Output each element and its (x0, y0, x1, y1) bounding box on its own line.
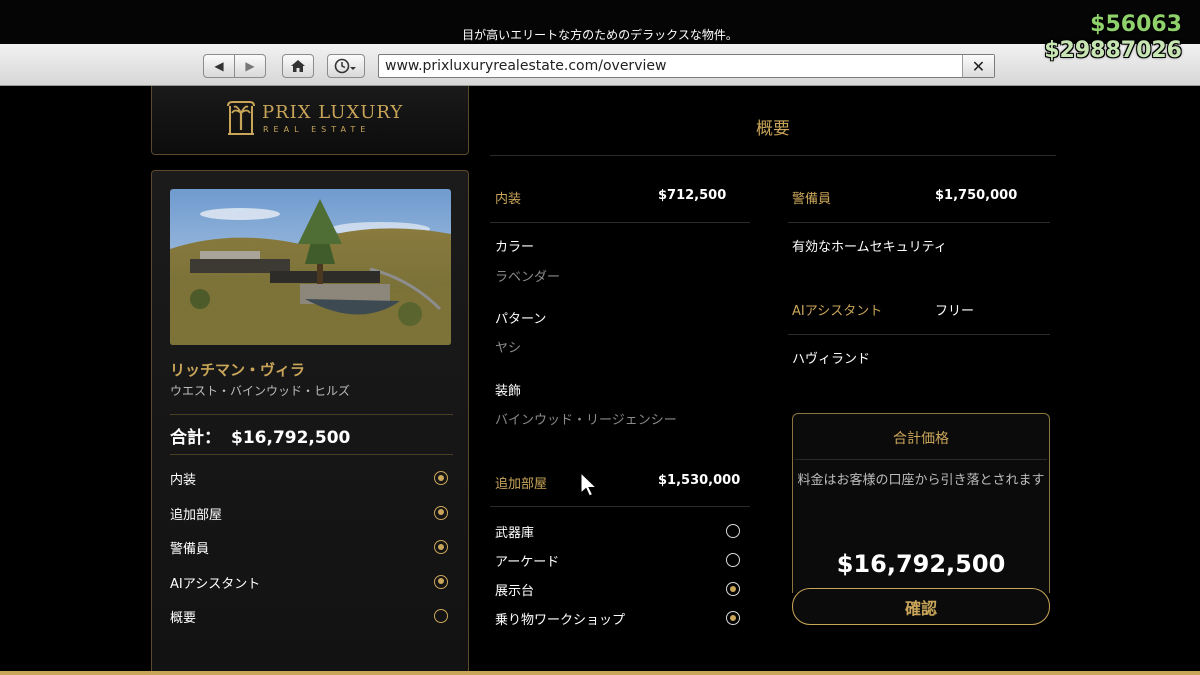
menu-item-overview[interactable]: 概要 (170, 605, 452, 640)
back-button[interactable]: ◀ (204, 55, 234, 77)
close-icon: ✕ (971, 56, 986, 76)
total-value: $16,792,500 (231, 428, 351, 448)
menu-radio-selected (434, 471, 448, 485)
menu-radio-selected (434, 540, 448, 554)
option-label: 武器庫 (495, 526, 535, 541)
divider (788, 222, 1050, 223)
palm-tree-logo-icon (227, 101, 255, 135)
browser-toolbar: ◀ ▶ www.prixluxuryrealestate.com/overvie… (0, 44, 1200, 86)
divider (490, 222, 750, 223)
menu-list: 内装 追加部屋 警備員 AIアシスタント 概要 (170, 467, 452, 640)
brand-name: PRIX LUXURY (262, 102, 404, 123)
divider (490, 155, 1056, 156)
ai-price: フリー (935, 304, 975, 319)
divider (170, 414, 453, 415)
total-price-box: 合計価格 料金はお客様の口座から引き落とされます $16,792,500 (792, 413, 1050, 593)
ai-label: AIアシスタント (792, 304, 883, 319)
room-option-armory[interactable]: 武器庫 (495, 522, 740, 542)
menu-radio-unselected (434, 609, 448, 623)
brand-logo[interactable]: PRIX LUXURY REAL ESTATE (151, 86, 469, 155)
page-subtitle: 目が高いエリートな方のためのデラックスな物件。 (462, 28, 738, 42)
menu-item-security[interactable]: 警備員 (170, 536, 452, 571)
divider (170, 454, 453, 455)
security-price: $1,750,000 (935, 188, 1018, 203)
option-label: 乗り物ワークショップ (495, 613, 626, 628)
back-arrow-icon: ◀ (214, 59, 224, 73)
bottom-accent-bar (0, 671, 1200, 675)
decor-label: 装飾 (495, 384, 522, 399)
forward-button[interactable]: ▶ (234, 55, 265, 77)
property-card: リッチマン・ヴィラ ウエスト・バインウッド・ヒルズ 合計： $16,792,500… (151, 170, 469, 675)
menu-item-rooms[interactable]: 追加部屋 (170, 502, 452, 537)
option-radio-unselected (726, 524, 740, 538)
close-button[interactable]: ✕ (962, 55, 994, 77)
brand-subtitle: REAL ESTATE (263, 125, 371, 134)
history-icon (334, 58, 356, 74)
property-image (170, 189, 451, 345)
interior-label: 内装 (495, 192, 522, 207)
color-value: ラベンダー (495, 270, 561, 285)
menu-item-label: 内装 (170, 473, 197, 488)
property-location: ウエスト・バインウッド・ヒルズ (170, 384, 351, 398)
option-radio-selected (726, 582, 740, 596)
property-name: リッチマン・ヴィラ (170, 361, 306, 379)
summary-title: 合計価格 (893, 431, 949, 447)
divider (490, 506, 750, 507)
pattern-label: パターン (495, 312, 547, 327)
room-option-display[interactable]: 展示台 (495, 580, 740, 600)
forward-arrow-icon: ▶ (245, 59, 255, 73)
bank-amount: $29887026 (1044, 38, 1182, 63)
menu-item-interior[interactable]: 内装 (170, 467, 452, 502)
menu-radio-selected (434, 574, 448, 589)
summary-note: 料金はお客様の口座から引き落とされます (797, 473, 1045, 488)
confirm-button[interactable]: 確認 (792, 588, 1050, 625)
home-icon (291, 60, 305, 72)
cash-amount: $56063 (1090, 12, 1182, 37)
room-option-vehicle-workshop[interactable]: 乗り物ワークショップ (495, 609, 740, 629)
room-option-arcade[interactable]: アーケード (495, 551, 740, 571)
title-bar: 目が高いエリートな方のためのデラックスな物件。 (0, 0, 1200, 44)
address-bar[interactable]: www.prixluxuryrealestate.com/overview ✕ (378, 54, 995, 78)
property-total: 合計： $16,792,500 (170, 423, 350, 448)
divider (788, 334, 1050, 335)
option-label: アーケード (495, 555, 560, 570)
total-label: 合計： (170, 428, 221, 448)
menu-radio-selected (434, 505, 448, 520)
option-radio-unselected (726, 553, 740, 567)
color-label: カラー (495, 240, 535, 255)
url-text: www.prixluxuryrealestate.com/overview (385, 58, 667, 74)
nav-buttons: ◀ ▶ (203, 54, 266, 78)
rooms-price: $1,530,000 (658, 473, 741, 488)
menu-item-label: AIアシスタント (170, 576, 261, 592)
ai-value: ハヴィランド (792, 352, 871, 367)
menu-item-label: 追加部屋 (170, 507, 223, 523)
rooms-label: 追加部屋 (495, 477, 548, 492)
security-label: 警備員 (792, 192, 832, 207)
summary-price: $16,792,500 (836, 550, 1006, 578)
history-button[interactable] (327, 54, 365, 78)
security-value: 有効なホームセキュリティ (792, 240, 947, 255)
overview-title: 概要 (756, 119, 790, 139)
divider (795, 459, 1047, 460)
interior-price: $712,500 (658, 188, 727, 203)
home-button[interactable] (282, 54, 314, 78)
option-label: 展示台 (495, 584, 535, 599)
villa-photo (170, 189, 451, 345)
pattern-value: ヤシ (495, 341, 522, 356)
menu-item-ai-assistant[interactable]: AIアシスタント (170, 571, 452, 606)
menu-item-label: 警備員 (170, 542, 210, 557)
mouse-cursor-icon (580, 472, 598, 497)
menu-item-label: 概要 (170, 611, 197, 626)
decor-value: バインウッド・リージェンシー (495, 413, 677, 428)
option-radio-selected (726, 611, 740, 625)
